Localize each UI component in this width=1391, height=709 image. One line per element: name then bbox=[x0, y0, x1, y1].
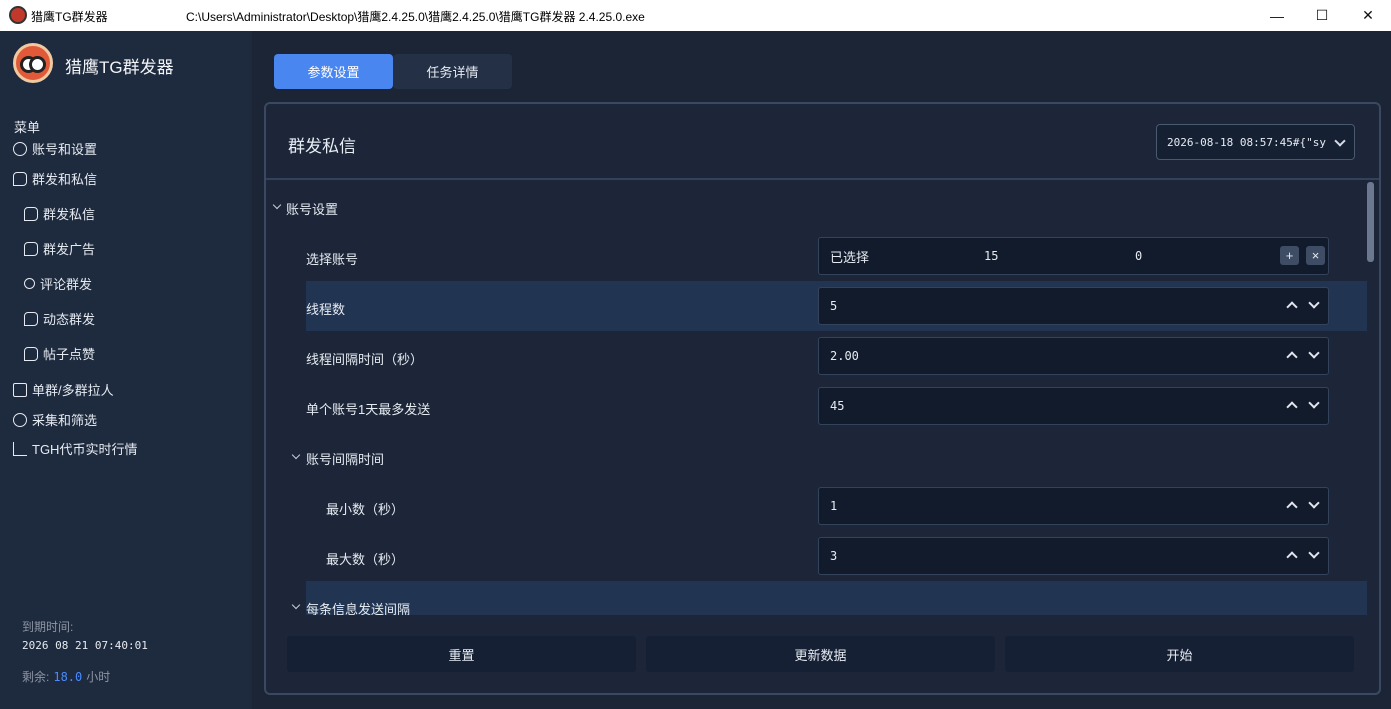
thread-interval-label: 线程间隔时间（秒） bbox=[306, 352, 424, 367]
chevron-up-icon[interactable] bbox=[1286, 401, 1298, 413]
highlighted-row bbox=[306, 581, 1367, 615]
chevron-up-icon[interactable] bbox=[1286, 301, 1298, 313]
sidebar-item-bulk-dm[interactable]: 群发私信 bbox=[24, 204, 95, 223]
chevron-down-icon[interactable] bbox=[1308, 497, 1320, 509]
sidebar: 猎鹰TG群发器 菜单 账号和设置 群发和私信 群发私信 群发广告 评论群发 动态… bbox=[0, 31, 252, 709]
account-interval-group[interactable]: 账号间隔时间 bbox=[306, 449, 384, 468]
start-button[interactable]: 开始 bbox=[1005, 636, 1354, 672]
sidebar-item-post-like[interactable]: 帖子点赞 bbox=[24, 344, 95, 363]
chevron-down-icon[interactable] bbox=[1308, 397, 1320, 409]
sidebar-item-label: TGH代币实时行情 bbox=[32, 442, 138, 457]
chat-icon bbox=[24, 346, 38, 361]
min-seconds-label: 最小数（秒） bbox=[326, 502, 405, 517]
thread-interval-input[interactable]: 2.00 bbox=[818, 337, 1329, 375]
remove-account-button[interactable]: × bbox=[1306, 246, 1325, 265]
chevron-down-icon[interactable] bbox=[291, 450, 301, 460]
remaining-time: 剩余: 18.0 小时 bbox=[22, 668, 110, 685]
select-account-label: 选择账号 bbox=[306, 252, 359, 267]
reset-button[interactable]: 重置 bbox=[287, 636, 636, 672]
sidebar-item-broadcast-dm[interactable]: 群发和私信 bbox=[13, 169, 97, 188]
user-circle-icon bbox=[13, 141, 27, 156]
chevron-up-icon[interactable] bbox=[1286, 501, 1298, 513]
sidebar-item-label: 群发和私信 bbox=[32, 172, 98, 187]
message-interval-group[interactable]: 每条信息发送间隔 bbox=[306, 599, 410, 615]
chevron-up-icon[interactable] bbox=[1286, 551, 1298, 563]
remain-unit: 小时 bbox=[86, 670, 111, 684]
min-seconds-input[interactable]: 1 bbox=[818, 487, 1329, 525]
chevron-up-icon[interactable] bbox=[1286, 351, 1298, 363]
tab-task-details[interactable]: 任务详情 bbox=[393, 54, 512, 89]
sidebar-item-label: 群发广告 bbox=[43, 242, 96, 257]
date-config-select[interactable]: 2026-08-18 08:57:45#{"sy bbox=[1156, 124, 1355, 160]
panel-title: 群发私信 bbox=[288, 137, 356, 156]
window-app-title: 猎鹰TG群发器 bbox=[31, 10, 108, 24]
threads-value: 5 bbox=[830, 299, 838, 313]
expire-label: 到期时间: bbox=[22, 620, 74, 634]
close-button[interactable]: ✕ bbox=[1345, 0, 1391, 31]
minimize-button[interactable]: — bbox=[1254, 0, 1300, 31]
sidebar-item-comment-broadcast[interactable]: 评论群发 bbox=[24, 274, 92, 293]
sidebar-item-label: 群发私信 bbox=[43, 207, 96, 222]
max-seconds-label: 最大数（秒） bbox=[326, 552, 405, 567]
select-account-field[interactable]: 已选择 15 0 + × bbox=[818, 237, 1329, 275]
sidebar-item-label: 评论群发 bbox=[40, 277, 93, 292]
threads-input[interactable]: 5 bbox=[818, 287, 1329, 325]
sidebar-app-name: 猎鹰TG群发器 bbox=[65, 58, 174, 77]
max-per-day-value: 45 bbox=[830, 399, 845, 413]
sidebar-item-label: 账号和设置 bbox=[32, 142, 98, 157]
chat-icon bbox=[24, 311, 38, 326]
max-seconds-value: 3 bbox=[830, 549, 838, 563]
sidebar-item-dynamic-broadcast[interactable]: 动态群发 bbox=[24, 309, 95, 328]
threads-label: 线程数 bbox=[306, 302, 346, 317]
date-config-value: 2026-08-18 08:57:45#{"sy bbox=[1167, 135, 1326, 149]
min-seconds-value: 1 bbox=[830, 499, 838, 513]
selected-label: 已选择 bbox=[830, 249, 870, 265]
sidebar-item-collect-filter[interactable]: 采集和筛选 bbox=[13, 410, 97, 429]
comment-search-icon bbox=[24, 278, 35, 289]
app-icon bbox=[9, 6, 27, 24]
expire-value: 2026 08 21 07:40:01 bbox=[22, 639, 148, 652]
remain-value: 18.0 bbox=[53, 670, 83, 684]
chevron-down-icon[interactable] bbox=[1308, 547, 1320, 559]
chat-multi-icon bbox=[24, 241, 38, 256]
title-bar: 猎鹰TG群发器 C:\Users\Administrator\Desktop\猎… bbox=[0, 0, 1391, 31]
sidebar-item-tgh-market[interactable]: TGH代币实时行情 bbox=[13, 439, 137, 458]
section-account-settings[interactable]: 账号设置 bbox=[286, 199, 338, 218]
crosshair-icon bbox=[13, 412, 27, 427]
chevron-down-icon[interactable] bbox=[1308, 347, 1320, 359]
sidebar-item-bulk-ads[interactable]: 群发广告 bbox=[24, 239, 95, 258]
add-account-button[interactable]: + bbox=[1280, 246, 1299, 265]
sidebar-item-label: 动态群发 bbox=[43, 312, 96, 327]
chevron-down-icon[interactable] bbox=[291, 600, 301, 610]
sidebar-item-label: 采集和筛选 bbox=[32, 413, 98, 428]
max-per-day-label: 单个账号1天最多发送 bbox=[306, 402, 431, 417]
scrollbar-thumb[interactable] bbox=[1367, 182, 1374, 262]
document-icon bbox=[13, 382, 27, 397]
thread-interval-value: 2.00 bbox=[830, 349, 859, 363]
tab-bar: 参数设置 任务详情 bbox=[274, 54, 512, 89]
max-seconds-input[interactable]: 3 bbox=[818, 537, 1329, 575]
owl-logo-icon bbox=[13, 43, 53, 83]
selected-count: 15 bbox=[984, 249, 999, 263]
tab-parameter-settings[interactable]: 参数设置 bbox=[274, 54, 393, 89]
chart-icon bbox=[13, 441, 27, 456]
settings-panel: 群发私信 2026-08-18 08:57:45#{"sy 账号设置 选择账号 … bbox=[264, 102, 1381, 695]
chevron-down-icon bbox=[1334, 135, 1346, 147]
remain-label: 剩余: bbox=[22, 670, 50, 684]
chevron-down-icon[interactable] bbox=[1308, 297, 1320, 309]
chat-icon bbox=[24, 206, 38, 221]
sidebar-item-label: 单群/多群拉人 bbox=[32, 383, 114, 398]
other-count: 0 bbox=[1135, 249, 1143, 263]
max-per-day-input[interactable]: 45 bbox=[818, 387, 1329, 425]
chevron-down-icon[interactable] bbox=[272, 200, 282, 210]
chat-icon bbox=[13, 171, 27, 186]
sidebar-item-group-invite[interactable]: 单群/多群拉人 bbox=[13, 380, 114, 399]
settings-scroll-area[interactable]: 账号设置 选择账号 已选择 15 0 + × 线程数 5 线程间隔时间（秒） 2… bbox=[266, 180, 1379, 615]
sidebar-item-label: 帖子点赞 bbox=[43, 347, 96, 362]
window-path: C:\Users\Administrator\Desktop\猎鹰2.4.25.… bbox=[186, 10, 645, 24]
menu-title: 菜单 bbox=[14, 120, 41, 135]
sidebar-item-account-settings[interactable]: 账号和设置 bbox=[13, 139, 97, 158]
refresh-data-button[interactable]: 更新数据 bbox=[646, 636, 995, 672]
maximize-button[interactable]: ☐ bbox=[1299, 0, 1345, 31]
